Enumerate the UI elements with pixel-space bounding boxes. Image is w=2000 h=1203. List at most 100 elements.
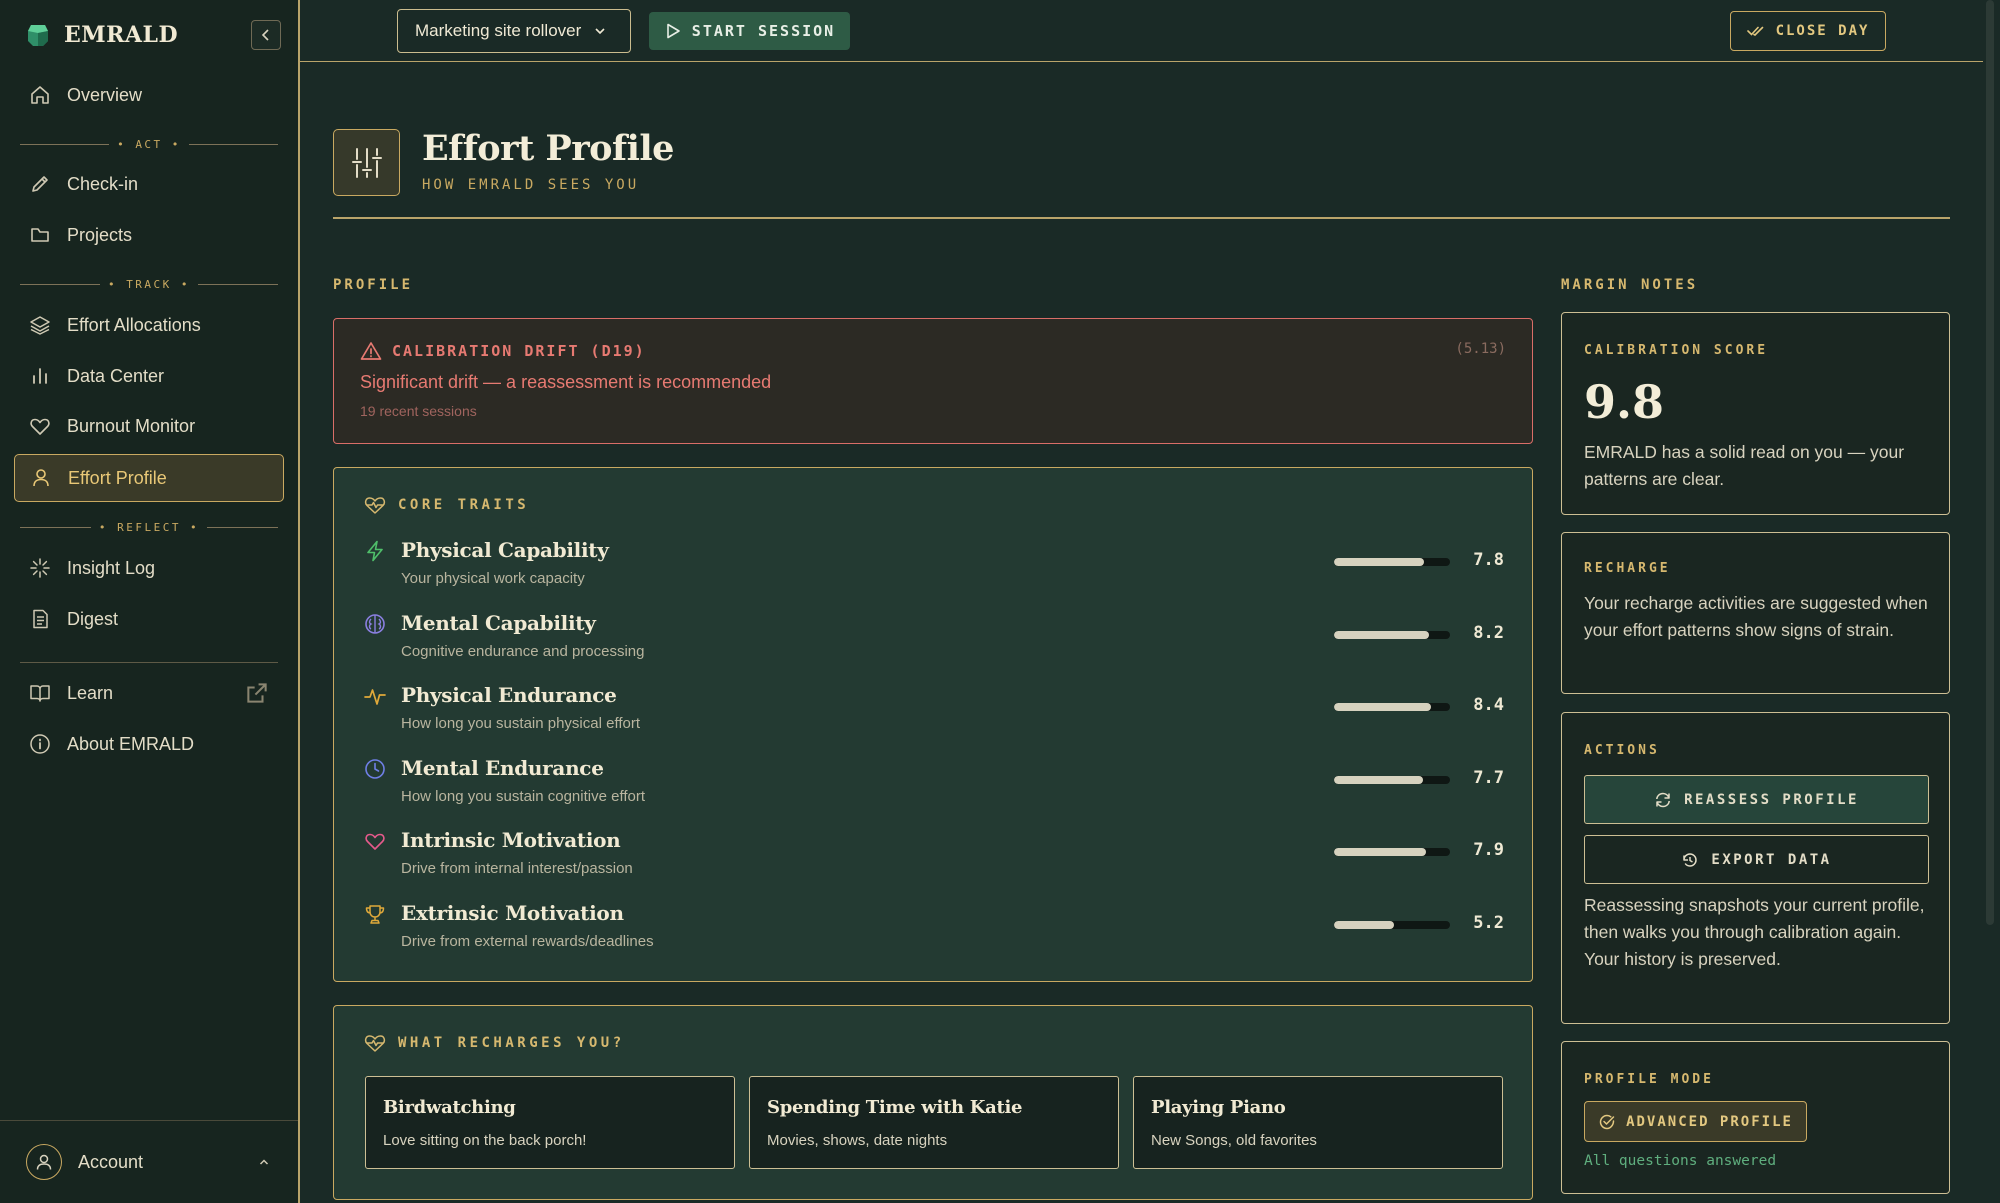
trait-bar — [1334, 920, 1450, 929]
start-session-label: START SESSION — [691, 22, 836, 40]
alert-title: CALIBRATION DRIFT (D19) — [392, 342, 646, 360]
sidebar-item-digest[interactable]: Digest — [14, 596, 284, 642]
page-scrollbar[interactable] — [1983, 0, 2000, 1203]
start-session-button[interactable]: START SESSION — [649, 12, 850, 50]
trait-name: Physical Endurance — [401, 683, 617, 707]
avatar — [26, 1144, 62, 1180]
recharge-note-card: RECHARGE Your recharge activities are su… — [1561, 532, 1950, 694]
recharge-item-desc: New Songs, old favorites — [1151, 1132, 1317, 1149]
page-subtitle: HOW EMRALD SEES YOU — [422, 177, 640, 193]
project-select[interactable]: Marketing site rollover — [397, 9, 631, 53]
calibration-score-text: EMRALD has a solid read on you — your pa… — [1584, 442, 1905, 489]
account-menu[interactable]: Account — [0, 1120, 298, 1203]
document-icon — [33, 609, 48, 629]
folder-icon — [31, 228, 49, 242]
profile-section-label: PROFILE — [333, 277, 414, 293]
recharge-card: WHAT RECHARGES YOU? Birdwatching Love si… — [333, 1005, 1533, 1200]
brand[interactable]: EMRALD — [26, 20, 178, 50]
recharge-item[interactable]: Birdwatching Love sitting on the back po… — [365, 1076, 735, 1169]
reassess-profile-button[interactable]: REASSESS PROFILE — [1584, 775, 1929, 824]
bar-chart-icon — [33, 368, 47, 384]
trait-name: Extrinsic Motivation — [401, 900, 624, 925]
warning-icon — [360, 342, 382, 360]
sidebar-item-label: Burnout Monitor — [67, 415, 196, 436]
trait-value: 7.7 — [1473, 767, 1504, 788]
sidebar-separator — [20, 662, 278, 663]
trait-bar-fill — [1334, 630, 1430, 639]
home-icon — [31, 86, 49, 104]
sliders-icon — [351, 147, 382, 178]
sidebar-item-check-in[interactable]: Check-in — [14, 161, 284, 207]
heart-icon — [30, 418, 50, 435]
reassess-profile-label: REASSESS PROFILE — [1684, 791, 1859, 808]
recharge-item[interactable]: Spending Time with Katie Movies, shows, … — [749, 1076, 1119, 1169]
user-icon — [33, 469, 49, 487]
trait-bar — [1334, 848, 1450, 856]
scroll-thumb[interactable] — [1986, 0, 1994, 925]
chevron-up-icon — [259, 1159, 269, 1165]
trait-bar-fill — [1334, 848, 1426, 856]
account-label: Account — [78, 1151, 144, 1172]
layers-icon — [30, 316, 50, 335]
close-day-label: CLOSE DAY — [1775, 23, 1870, 39]
section-divider-track: • TRACK • — [20, 277, 278, 291]
heart-pulse-icon — [364, 1035, 386, 1052]
trait-name: Physical Capability — [401, 538, 609, 562]
sidebar-item-effort-allocations[interactable]: Effort Allocations — [14, 302, 284, 348]
recharge-item[interactable]: Playing Piano New Songs, old favorites — [1133, 1076, 1503, 1169]
trait-bar-fill — [1334, 703, 1432, 711]
calibration-score-value: 9.8 — [1584, 375, 1665, 429]
sidebar-item-data-center[interactable]: Data Center — [14, 353, 284, 399]
heart-pulse-icon — [364, 497, 386, 514]
calibration-drift-alert: CALIBRATION DRIFT (D19) (5.13) Significa… — [333, 318, 1533, 444]
recharge-heading: WHAT RECHARGES YOU? — [398, 1035, 625, 1051]
close-day-button[interactable]: CLOSE DAY — [1730, 11, 1886, 51]
trait-row: Physical Capability Your physical work c… — [364, 538, 1504, 600]
brain-icon — [365, 613, 385, 634]
trait-bar-fill — [1334, 775, 1424, 784]
trait-bar-fill — [1334, 558, 1425, 566]
trait-bar — [1334, 630, 1450, 639]
advanced-profile-button[interactable]: ADVANCED PROFILE — [1584, 1101, 1807, 1142]
project-select-value: Marketing site rollover — [415, 21, 582, 40]
chevron-down-icon — [595, 28, 605, 35]
profile-mode-label: PROFILE MODE — [1584, 1072, 1714, 1087]
trophy-icon — [365, 904, 385, 924]
alert-message: Significant drift — a reassessment is re… — [360, 372, 772, 392]
export-data-button[interactable]: EXPORT DATA — [1584, 835, 1929, 884]
sidebar-item-label: Effort Allocations — [67, 314, 201, 335]
calibration-score-card: CALIBRATION SCORE 9.8 EMRALD has a solid… — [1561, 312, 1950, 515]
bolt-icon — [367, 540, 383, 562]
sidebar-item-burnout-monitor[interactable]: Burnout Monitor — [14, 403, 284, 449]
sidebar-item-projects[interactable]: Projects — [14, 212, 284, 258]
sparkle-icon — [30, 558, 50, 578]
sidebar-item-learn[interactable]: Learn — [14, 670, 284, 716]
trait-bar-fill — [1334, 920, 1395, 929]
book-icon — [30, 685, 50, 702]
trait-description: Drive from external rewards/deadlines — [401, 932, 654, 950]
pencil-icon — [32, 176, 48, 192]
refresh-icon — [1656, 792, 1671, 807]
trait-description: How long you sustain physical effort — [401, 715, 641, 732]
sidebar-item-insight-log[interactable]: Insight Log — [14, 545, 284, 591]
profile-mode-card: PROFILE MODE ADVANCED PROFILE All questi… — [1561, 1041, 1950, 1194]
external-link-icon — [247, 683, 267, 703]
recharge-item-name: Birdwatching — [383, 1097, 516, 1118]
trait-value: 7.8 — [1473, 550, 1504, 570]
recharge-note-label: RECHARGE — [1584, 561, 1671, 576]
sidebar-item-about[interactable]: About EMRALD — [14, 721, 284, 767]
collapse-sidebar-button[interactable] — [251, 20, 281, 50]
sidebar-item-label: Data Center — [67, 365, 165, 386]
sidebar-item-label: Check-in — [67, 173, 139, 194]
sidebar-item-label: Projects — [67, 224, 133, 245]
trait-name: Mental Endurance — [401, 755, 604, 780]
double-check-icon — [1746, 26, 1763, 36]
recharge-item-desc: Movies, shows, date nights — [767, 1132, 948, 1149]
sidebar-item-label: Effort Profile — [68, 467, 167, 488]
trait-value: 8.2 — [1473, 622, 1504, 643]
play-icon — [666, 23, 680, 39]
sidebar-item-effort-profile[interactable]: Effort Profile — [14, 454, 284, 502]
sidebar-item-overview[interactable]: Overview — [14, 72, 284, 118]
sidebar-item-label: Insight Log — [67, 557, 156, 578]
advanced-profile-label: ADVANCED PROFILE — [1626, 1113, 1793, 1130]
